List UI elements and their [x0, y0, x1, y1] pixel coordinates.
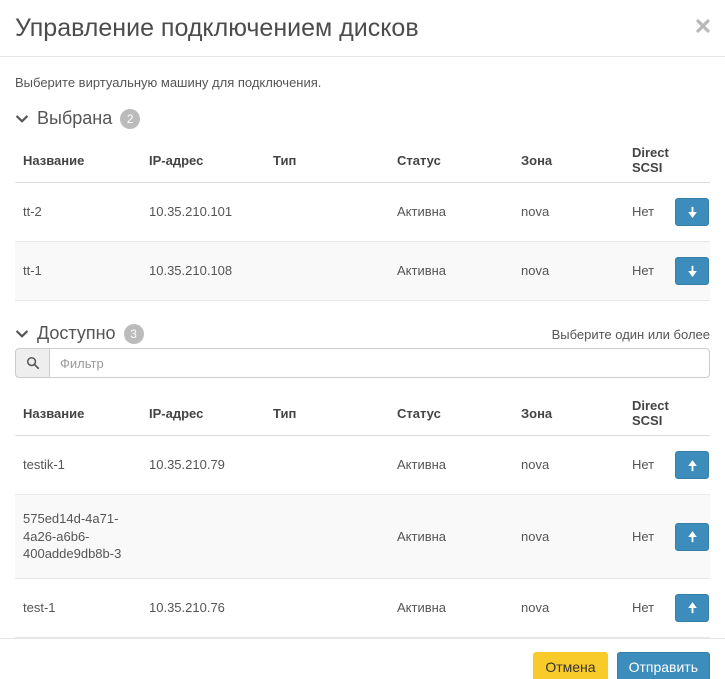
available-section: Доступно 3 Выберите один или более — [15, 323, 710, 638]
available-table-body: testik-1 10.35.210.79 Активна nova Нет — [15, 436, 710, 638]
table-row: test-1 10.35.210.76 Активна nova Нет — [15, 578, 710, 637]
column-header: Тип — [265, 391, 389, 436]
select-row-button[interactable] — [675, 451, 709, 479]
cell-name: tt-1 — [15, 242, 141, 301]
modal-description: Выберите виртуальную машину для подключе… — [15, 75, 710, 90]
cancel-button[interactable]: Отмена — [533, 652, 607, 679]
chevron-down-icon — [15, 327, 29, 341]
cell-direct-scsi: Нет — [624, 495, 667, 579]
column-header: Direct SCSI — [624, 138, 667, 183]
available-table-header-row: НазваниеIP-адресТипСтатусЗонаDirect SCSI — [15, 391, 710, 436]
available-table: НазваниеIP-адресТипСтатусЗонаDirect SCSI… — [15, 391, 710, 638]
selected-section: Выбрана 2 НазваниеIP-адресТипСтатусЗонаD… — [15, 108, 710, 301]
cell-direct-scsi: Нет — [624, 436, 667, 495]
filter-input[interactable] — [49, 348, 710, 378]
column-header: Статус — [389, 138, 513, 183]
arrow-down-icon — [685, 264, 700, 279]
column-header: IP-адрес — [141, 391, 265, 436]
arrow-up-icon — [685, 529, 700, 544]
cell-ip: 10.35.210.101 — [141, 183, 265, 242]
cell-type — [265, 242, 389, 301]
selected-section-toggle[interactable]: Выбрана 2 — [15, 108, 710, 129]
available-section-label: Доступно — [37, 323, 116, 344]
cell-type — [265, 495, 389, 579]
filter-group — [15, 348, 710, 378]
cell-name: test-1 — [15, 578, 141, 637]
column-header: Статус — [389, 391, 513, 436]
cell-name: testik-1 — [15, 436, 141, 495]
column-header: IP-адрес — [141, 138, 265, 183]
cell-name: tt-2 — [15, 183, 141, 242]
cell-zone: nova — [513, 578, 624, 637]
search-icon — [15, 348, 49, 378]
chevron-down-icon — [15, 112, 29, 126]
column-header — [667, 138, 710, 183]
cell-zone: nova — [513, 183, 624, 242]
selected-section-label: Выбрана — [37, 108, 112, 129]
table-row: tt-1 10.35.210.108 Активна nova Нет — [15, 242, 710, 301]
close-icon[interactable] — [696, 19, 710, 33]
selected-count-badge: 2 — [120, 109, 140, 129]
arrow-up-icon — [685, 600, 700, 615]
cell-name: 575ed14d-4a71-4a26-a6b6-400adde9db8b-3 — [15, 495, 141, 579]
available-count-badge: 3 — [124, 324, 144, 344]
select-row-button[interactable] — [675, 594, 709, 622]
selected-table: НазваниеIP-адресТипСтатусЗонаDirect SCSI… — [15, 138, 710, 301]
column-header: Название — [15, 391, 141, 436]
cell-type — [265, 436, 389, 495]
deselect-row-button[interactable] — [675, 257, 709, 285]
deselect-row-button[interactable] — [675, 198, 709, 226]
cell-status: Активна — [389, 436, 513, 495]
column-header: Название — [15, 138, 141, 183]
arrow-down-icon — [685, 205, 700, 220]
cell-ip: 10.35.210.108 — [141, 242, 265, 301]
cell-status: Активна — [389, 578, 513, 637]
cell-status: Активна — [389, 242, 513, 301]
page-title: Управление подключением дисков — [15, 13, 419, 44]
column-header: Зона — [513, 138, 624, 183]
table-row: testik-1 10.35.210.79 Активна nova Нет — [15, 436, 710, 495]
cell-zone: nova — [513, 436, 624, 495]
cell-type — [265, 183, 389, 242]
cell-direct-scsi: Нет — [624, 242, 667, 301]
cell-direct-scsi: Нет — [624, 578, 667, 637]
select-row-button[interactable] — [675, 523, 709, 551]
cell-zone: nova — [513, 495, 624, 579]
cell-direct-scsi: Нет — [624, 183, 667, 242]
selected-table-body: tt-2 10.35.210.101 Активна nova Нет — [15, 183, 710, 301]
selection-hint: Выберите один или более — [552, 327, 710, 344]
modal-header: Управление подключением дисков — [0, 0, 725, 57]
cell-status: Активна — [389, 495, 513, 579]
cell-ip: 10.35.210.76 — [141, 578, 265, 637]
cell-ip — [141, 495, 265, 579]
table-row: 575ed14d-4a71-4a26-a6b6-400adde9db8b-3 А… — [15, 495, 710, 579]
available-section-toggle[interactable]: Доступно 3 — [15, 323, 144, 344]
disk-attach-modal: Управление подключением дисков Выберите … — [0, 0, 725, 679]
column-header: Зона — [513, 391, 624, 436]
column-header — [667, 391, 710, 436]
cell-zone: nova — [513, 242, 624, 301]
cell-status: Активна — [389, 183, 513, 242]
cell-type — [265, 578, 389, 637]
modal-footer: Отмена Отправить — [0, 638, 725, 679]
table-row: tt-2 10.35.210.101 Активна nova Нет — [15, 183, 710, 242]
selected-table-header-row: НазваниеIP-адресТипСтатусЗонаDirect SCSI — [15, 138, 710, 183]
arrow-up-icon — [685, 458, 700, 473]
submit-button[interactable]: Отправить — [617, 652, 710, 679]
column-header: Direct SCSI — [624, 391, 667, 436]
modal-body: Выберите виртуальную машину для подключе… — [0, 57, 725, 638]
column-header: Тип — [265, 138, 389, 183]
cell-ip: 10.35.210.79 — [141, 436, 265, 495]
